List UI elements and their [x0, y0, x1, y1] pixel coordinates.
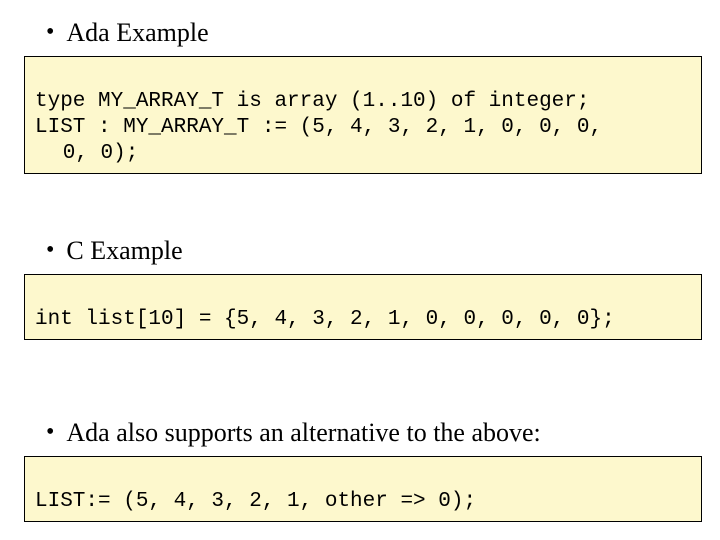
code-line: type MY_ARRAY_T is array (1..10) of inte…: [35, 90, 590, 113]
code-block-ada-alt: LIST:= (5, 4, 3, 2, 1, other => 0);: [24, 456, 702, 522]
bullet-dot-icon: •: [46, 236, 54, 264]
code-line: LIST:= (5, 4, 3, 2, 1, other => 0);: [35, 490, 476, 513]
code-line: int list[10] = {5, 4, 3, 2, 1, 0, 0, 0, …: [35, 308, 615, 331]
code-block-c: int list[10] = {5, 4, 3, 2, 1, 0, 0, 0, …: [24, 274, 702, 340]
bullet-item: • Ada Example: [46, 18, 702, 48]
bullet-label: Ada also supports an alternative to the …: [66, 418, 540, 448]
bullet-item: • Ada also supports an alternative to th…: [46, 418, 702, 448]
code-line: LIST : MY_ARRAY_T := (5, 4, 3, 2, 1, 0, …: [35, 116, 602, 139]
bullet-dot-icon: •: [46, 18, 54, 46]
bullet-item: • C Example: [46, 236, 702, 266]
bullet-label: Ada Example: [66, 18, 208, 48]
bullet-dot-icon: •: [46, 418, 54, 446]
code-line: 0, 0);: [35, 142, 138, 165]
bullet-label: C Example: [66, 236, 182, 266]
code-block-ada: type MY_ARRAY_T is array (1..10) of inte…: [24, 56, 702, 174]
